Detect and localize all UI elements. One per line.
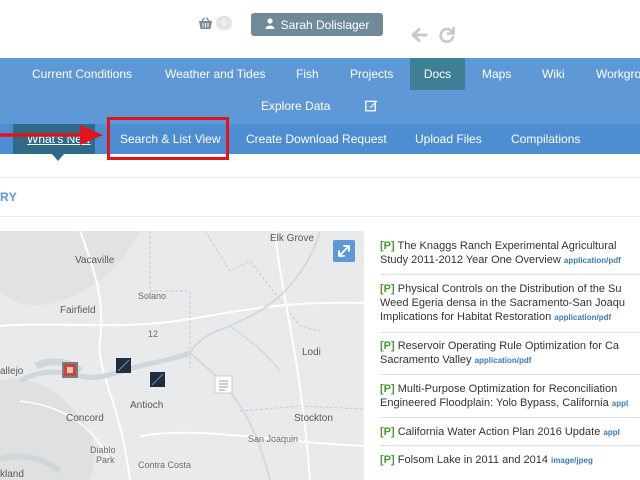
nav-projects[interactable]: Projects — [350, 58, 393, 90]
map-label: kland — [0, 469, 24, 480]
doc-tag: [P] — [380, 283, 395, 295]
map-label: 12 — [148, 329, 159, 339]
expand-icon — [333, 245, 355, 266]
divider — [380, 274, 640, 275]
user-icon — [265, 17, 275, 32]
nav-maps[interactable]: Maps — [482, 58, 511, 90]
map-label: San Joaquin — [248, 434, 299, 444]
doc-tag: [P] — [380, 426, 395, 438]
highlight-box — [107, 117, 229, 160]
map-label: Diablo — [90, 445, 116, 455]
doc-mime: application/pdf — [554, 313, 612, 322]
map-label: Solano — [138, 291, 167, 301]
list-item[interactable]: [P] Multi-Purpose Optimization for Recon… — [380, 382, 640, 411]
nav-weather-and-tides[interactable]: Weather and Tides — [165, 58, 266, 90]
doc-mime: application/pdf — [563, 256, 621, 265]
list-item[interactable]: [P] California Water Action Plan 2016 Up… — [380, 425, 640, 440]
doc-mime: appl — [603, 428, 620, 437]
top-bar: 0 Sarah Dolislager — [0, 0, 640, 58]
map-label: Antioch — [130, 400, 164, 411]
doc-title-line: Reservoir Operating Rule Optimization fo… — [397, 340, 620, 352]
map-label: Vacaville — [75, 255, 115, 266]
doc-title-line: Physical Controls on the Distribution of… — [397, 283, 622, 295]
doc-title-line: Sacramento Valley — [380, 354, 472, 366]
doc-tag: [P] — [380, 240, 395, 252]
map-label: allejo — [0, 366, 24, 377]
expand-map-button[interactable] — [333, 240, 355, 262]
map[interactable]: Elk Grove Vacaville Solano Fairfield 12 … — [0, 231, 364, 480]
tab-create-download-request[interactable]: Create Download Request — [246, 124, 387, 154]
doc-mime: application/pdf — [474, 356, 532, 365]
back-arrow-icon[interactable] — [410, 26, 428, 49]
doc-title-line: Multi-Purpose Optimization for Reconcili… — [397, 383, 618, 395]
doc-title-line: Folsom Lake in 2011 and 2014 — [397, 454, 548, 466]
map-label: Park — [96, 455, 115, 465]
nav-current-conditions[interactable]: Current Conditions — [32, 58, 132, 90]
divider — [380, 445, 640, 446]
doc-title-line: Study 2011-2012 Year One Overview — [380, 254, 561, 266]
doc-mime: image/jpeg — [551, 456, 593, 465]
section-title: RY — [0, 190, 18, 204]
cart[interactable]: 0 — [198, 16, 232, 30]
map-label: Lodi — [302, 347, 321, 358]
doc-tag: [P] — [380, 340, 395, 352]
divider — [380, 374, 640, 375]
nav-docs[interactable]: Docs — [410, 58, 465, 90]
doc-title-line: Weed Egeria densa in the Sacramento-San … — [380, 297, 626, 309]
basket-icon — [198, 16, 213, 30]
active-tab-caret — [52, 154, 64, 161]
list-item[interactable]: [P] Physical Controls on the Distributio… — [380, 282, 640, 325]
nav-wiki[interactable]: Wiki — [542, 58, 565, 90]
section-header: RY — [0, 177, 640, 217]
list-item[interactable]: [P] The Knaggs Ranch Experimental Agricu… — [380, 239, 640, 268]
red-arrow-icon — [0, 124, 104, 151]
doc-title-line: Engineered Floodplain: Yolo Bypass, Cali… — [380, 397, 609, 409]
tab-upload-files[interactable]: Upload Files — [415, 124, 482, 154]
list-item[interactable]: [P] Folsom Lake in 2011 and 2014 image/j… — [380, 453, 640, 468]
user-name: Sarah Dolislager — [280, 17, 370, 32]
map-label: Stockton — [294, 413, 333, 424]
edit-icon[interactable] — [365, 99, 378, 117]
doc-title-line: The Knaggs Ranch Experimental Agricultur… — [397, 240, 617, 252]
reload-icon[interactable] — [438, 26, 456, 49]
doc-title-line: Implications for Habitat Restoration — [380, 311, 552, 323]
nav-workgroups[interactable]: Workgro — [596, 58, 640, 90]
nav-fish[interactable]: Fish — [296, 58, 319, 90]
map-label: Contra Costa — [138, 460, 192, 470]
divider — [380, 417, 640, 418]
divider — [380, 332, 640, 333]
list-item[interactable]: [P] Reservoir Operating Rule Optimizatio… — [380, 339, 640, 368]
doc-mime: appl — [611, 399, 629, 408]
map-label: Fairfield — [60, 305, 96, 316]
doc-tag: [P] — [380, 454, 395, 466]
tab-compilations[interactable]: Compilations — [511, 124, 580, 154]
map-label: Elk Grove — [270, 233, 314, 244]
page: 0 Sarah Dolislager Current Conditions We… — [0, 0, 640, 480]
map-label: Concord — [66, 413, 104, 424]
doc-title-line: California Water Action Plan 2016 Update — [397, 426, 601, 438]
cart-count-badge: 0 — [216, 16, 232, 30]
user-menu-button[interactable]: Sarah Dolislager — [251, 13, 383, 36]
nav-explore-data[interactable]: Explore Data — [261, 94, 330, 118]
doc-tag: [P] — [380, 383, 395, 395]
primary-nav: Current Conditions Weather and Tides Fis… — [0, 58, 640, 124]
